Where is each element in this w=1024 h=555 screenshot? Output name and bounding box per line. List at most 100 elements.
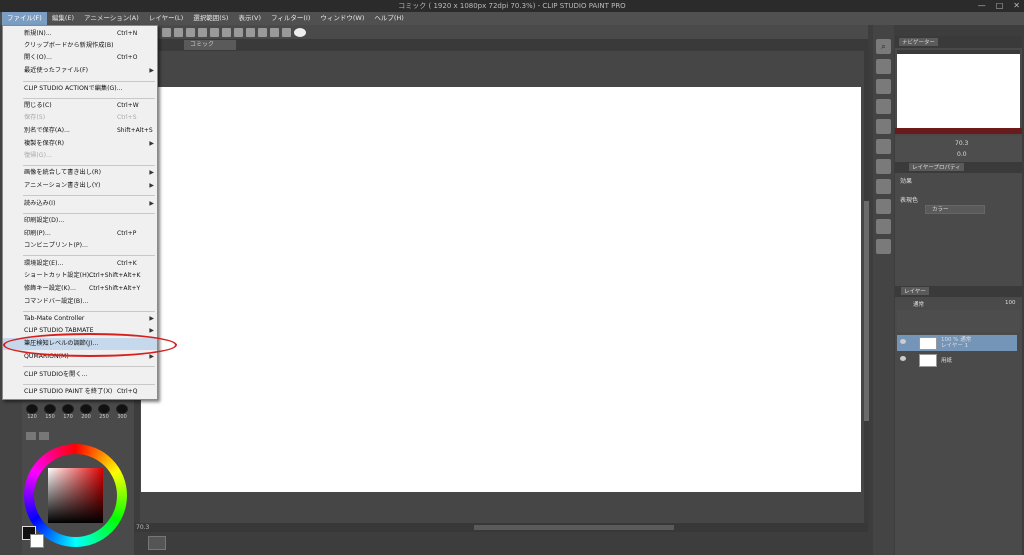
maximize-icon[interactable]: □: [996, 0, 1004, 12]
navigator-preview[interactable]: [897, 50, 1020, 130]
brush-dot-icon: [62, 404, 74, 414]
close-icon[interactable]: ✕: [1013, 0, 1020, 12]
color-set-icon[interactable]: [876, 99, 891, 114]
menu-item-new[interactable]: 新規(N)... Ctrl+N: [3, 28, 157, 40]
open-file-icon[interactable]: [174, 27, 183, 37]
brush-size-option[interactable]: 300: [114, 404, 130, 420]
transform-icon[interactable]: [234, 27, 243, 37]
menu-item-shortcut: Ctrl+N: [117, 30, 138, 37]
save-icon[interactable]: [186, 27, 195, 37]
menu-item-save[interactable]: 保存(S) Ctrl+S: [3, 112, 157, 124]
tool-property-icon[interactable]: [876, 59, 891, 74]
menu-item-print[interactable]: 印刷(P)... Ctrl+P: [3, 228, 157, 240]
color-slider-tab-icon[interactable]: [39, 432, 49, 440]
menu-animation[interactable]: アニメーション(A): [79, 12, 144, 25]
layer-property-tab[interactable]: レイヤープロパティ: [909, 163, 964, 171]
help-icon[interactable]: [294, 27, 306, 37]
brush-size-list: 120 150 170 200 250 300: [24, 404, 130, 420]
snap-grid-icon[interactable]: [270, 27, 279, 37]
canvas-vertical-scrollbar[interactable]: [864, 51, 869, 523]
menu-item-save-duplicate[interactable]: 複製を保存(R) ▶: [3, 138, 157, 150]
brush-size-icon[interactable]: [876, 119, 891, 134]
menu-filter[interactable]: フィルター(I): [266, 12, 315, 25]
new-file-icon[interactable]: [162, 27, 171, 37]
material-icon[interactable]: [876, 139, 891, 154]
menu-item-command-bar-settings[interactable]: コマンドバー設定(B)...: [3, 296, 157, 308]
menu-item-open[interactable]: 開く(O)... Ctrl+O: [3, 52, 157, 64]
menu-item-modifier-key-settings[interactable]: 修飾キー設定(K)... Ctrl+Shift+Alt+Y: [3, 283, 157, 295]
menu-item-import[interactable]: 読み込み(I) ▶: [3, 198, 157, 210]
display-color-select[interactable]: カラー: [925, 205, 985, 214]
menu-item-new-from-clipboard[interactable]: クリップボードから新規作成(B): [3, 40, 157, 52]
minimize-icon[interactable]: —: [978, 0, 986, 12]
menu-item-revert[interactable]: 復帰(G)...: [3, 150, 157, 162]
menu-item-label: 読み込み(I): [24, 200, 56, 207]
search-icon[interactable]: ⌕: [876, 39, 891, 54]
auto-action-icon[interactable]: [876, 199, 891, 214]
drawing-canvas[interactable]: [141, 87, 861, 492]
menu-item-save-as[interactable]: 別名で保存(A)... Shift+Alt+S: [3, 125, 157, 137]
menu-help[interactable]: ヘルプ(H): [369, 12, 408, 25]
menu-file[interactable]: ファイル(F): [2, 12, 47, 25]
color-wheel[interactable]: [24, 444, 127, 547]
navigator-tab[interactable]: ナビゲーター: [899, 38, 939, 46]
snap-ruler-icon[interactable]: [258, 27, 267, 37]
menu-separator: [23, 98, 155, 99]
layer-tab[interactable]: レイヤー: [901, 287, 929, 295]
canvas-horizontal-scrollbar[interactable]: [474, 525, 674, 530]
menu-item-close[interactable]: 閉じる(C) Ctrl+W: [3, 100, 157, 112]
menu-item-label: 別名で保存(A)...: [24, 127, 70, 134]
layer-thumbnail: [919, 353, 937, 367]
brush-size-option[interactable]: 150: [42, 404, 58, 420]
document-tab[interactable]: コミック: [184, 40, 236, 50]
layer-row[interactable]: 100 % 通常 レイヤー 1: [897, 335, 1017, 351]
menu-item-export-single[interactable]: 画像を統合して書き出し(R) ▶: [3, 167, 157, 179]
menu-item-preferences[interactable]: 環境設定(E)... Ctrl+K: [3, 258, 157, 270]
status-zoom[interactable]: 70.3: [136, 524, 149, 531]
brush-size-option[interactable]: 120: [24, 404, 40, 420]
fill-icon[interactable]: [246, 27, 255, 37]
clear-icon[interactable]: [222, 27, 231, 37]
menu-selection[interactable]: 選択範囲(S): [188, 12, 233, 25]
blend-mode-select[interactable]: 通常: [913, 300, 924, 308]
navigator-controls: 70.3 0.0: [895, 136, 1022, 162]
undo-icon[interactable]: [198, 27, 207, 37]
saturation-value-square[interactable]: [48, 468, 103, 523]
menu-item-shortcut-settings[interactable]: ショートカット設定(H)... Ctrl+Shift+Alt+K: [3, 270, 157, 282]
menu-item-edit-in-action[interactable]: CLIP STUDIO ACTIONで編集(G)...: [3, 83, 157, 95]
brush-size-option[interactable]: 250: [96, 404, 112, 420]
sub-tool-icon[interactable]: [876, 79, 891, 94]
color-wheel-tab-icon[interactable]: [26, 432, 36, 440]
menu-item-print-settings[interactable]: 印刷設定(D)...: [3, 215, 157, 227]
eye-icon[interactable]: [900, 339, 906, 344]
brush-size-option[interactable]: 200: [78, 404, 94, 420]
scrollbar-thumb[interactable]: [864, 201, 869, 421]
brush-size-option[interactable]: 170: [60, 404, 76, 420]
quick-access-icon[interactable]: [876, 219, 891, 234]
opacity-value[interactable]: 100: [1005, 300, 1016, 306]
menu-item-convenience-print[interactable]: コンビニプリント(P)...: [3, 240, 157, 252]
item-bank-icon[interactable]: [876, 179, 891, 194]
menu-item-export-animation[interactable]: アニメーション書き出し(Y) ▶: [3, 180, 157, 192]
menu-layer[interactable]: レイヤー(L): [144, 12, 189, 25]
eye-icon[interactable]: [900, 356, 906, 361]
layer-row[interactable]: 用紙: [897, 352, 1017, 368]
snap-perspective-icon[interactable]: [282, 27, 291, 37]
menu-item-exit[interactable]: CLIP STUDIO PAINT を終了(X) Ctrl+Q: [3, 386, 157, 398]
sub-color-swatch[interactable]: [30, 534, 44, 548]
menu-item-shortcut: Ctrl+Q: [117, 388, 138, 395]
navigator-toggle-icon[interactable]: [148, 536, 166, 550]
redo-icon[interactable]: [210, 27, 219, 37]
history-icon[interactable]: [876, 159, 891, 174]
menu-item-label: 復帰(G)...: [24, 152, 52, 159]
menu-item-recent-files[interactable]: 最近使ったファイル(F) ▶: [3, 65, 157, 77]
navigator-rotate-value[interactable]: 0.0: [957, 151, 967, 158]
timeline-icon[interactable]: [876, 239, 891, 254]
menu-view[interactable]: 表示(V): [233, 12, 266, 25]
brush-dot-icon: [44, 404, 56, 414]
navigator-zoom-value[interactable]: 70.3: [955, 140, 968, 147]
menu-item-open-clip-studio[interactable]: CLIP STUDIOを開く...: [3, 369, 157, 381]
menu-window[interactable]: ウィンドウ(W): [315, 12, 369, 25]
menu-item-tab-mate-controller[interactable]: Tab-Mate Controller ▶: [3, 313, 157, 325]
menu-edit[interactable]: 編集(E): [47, 12, 79, 25]
